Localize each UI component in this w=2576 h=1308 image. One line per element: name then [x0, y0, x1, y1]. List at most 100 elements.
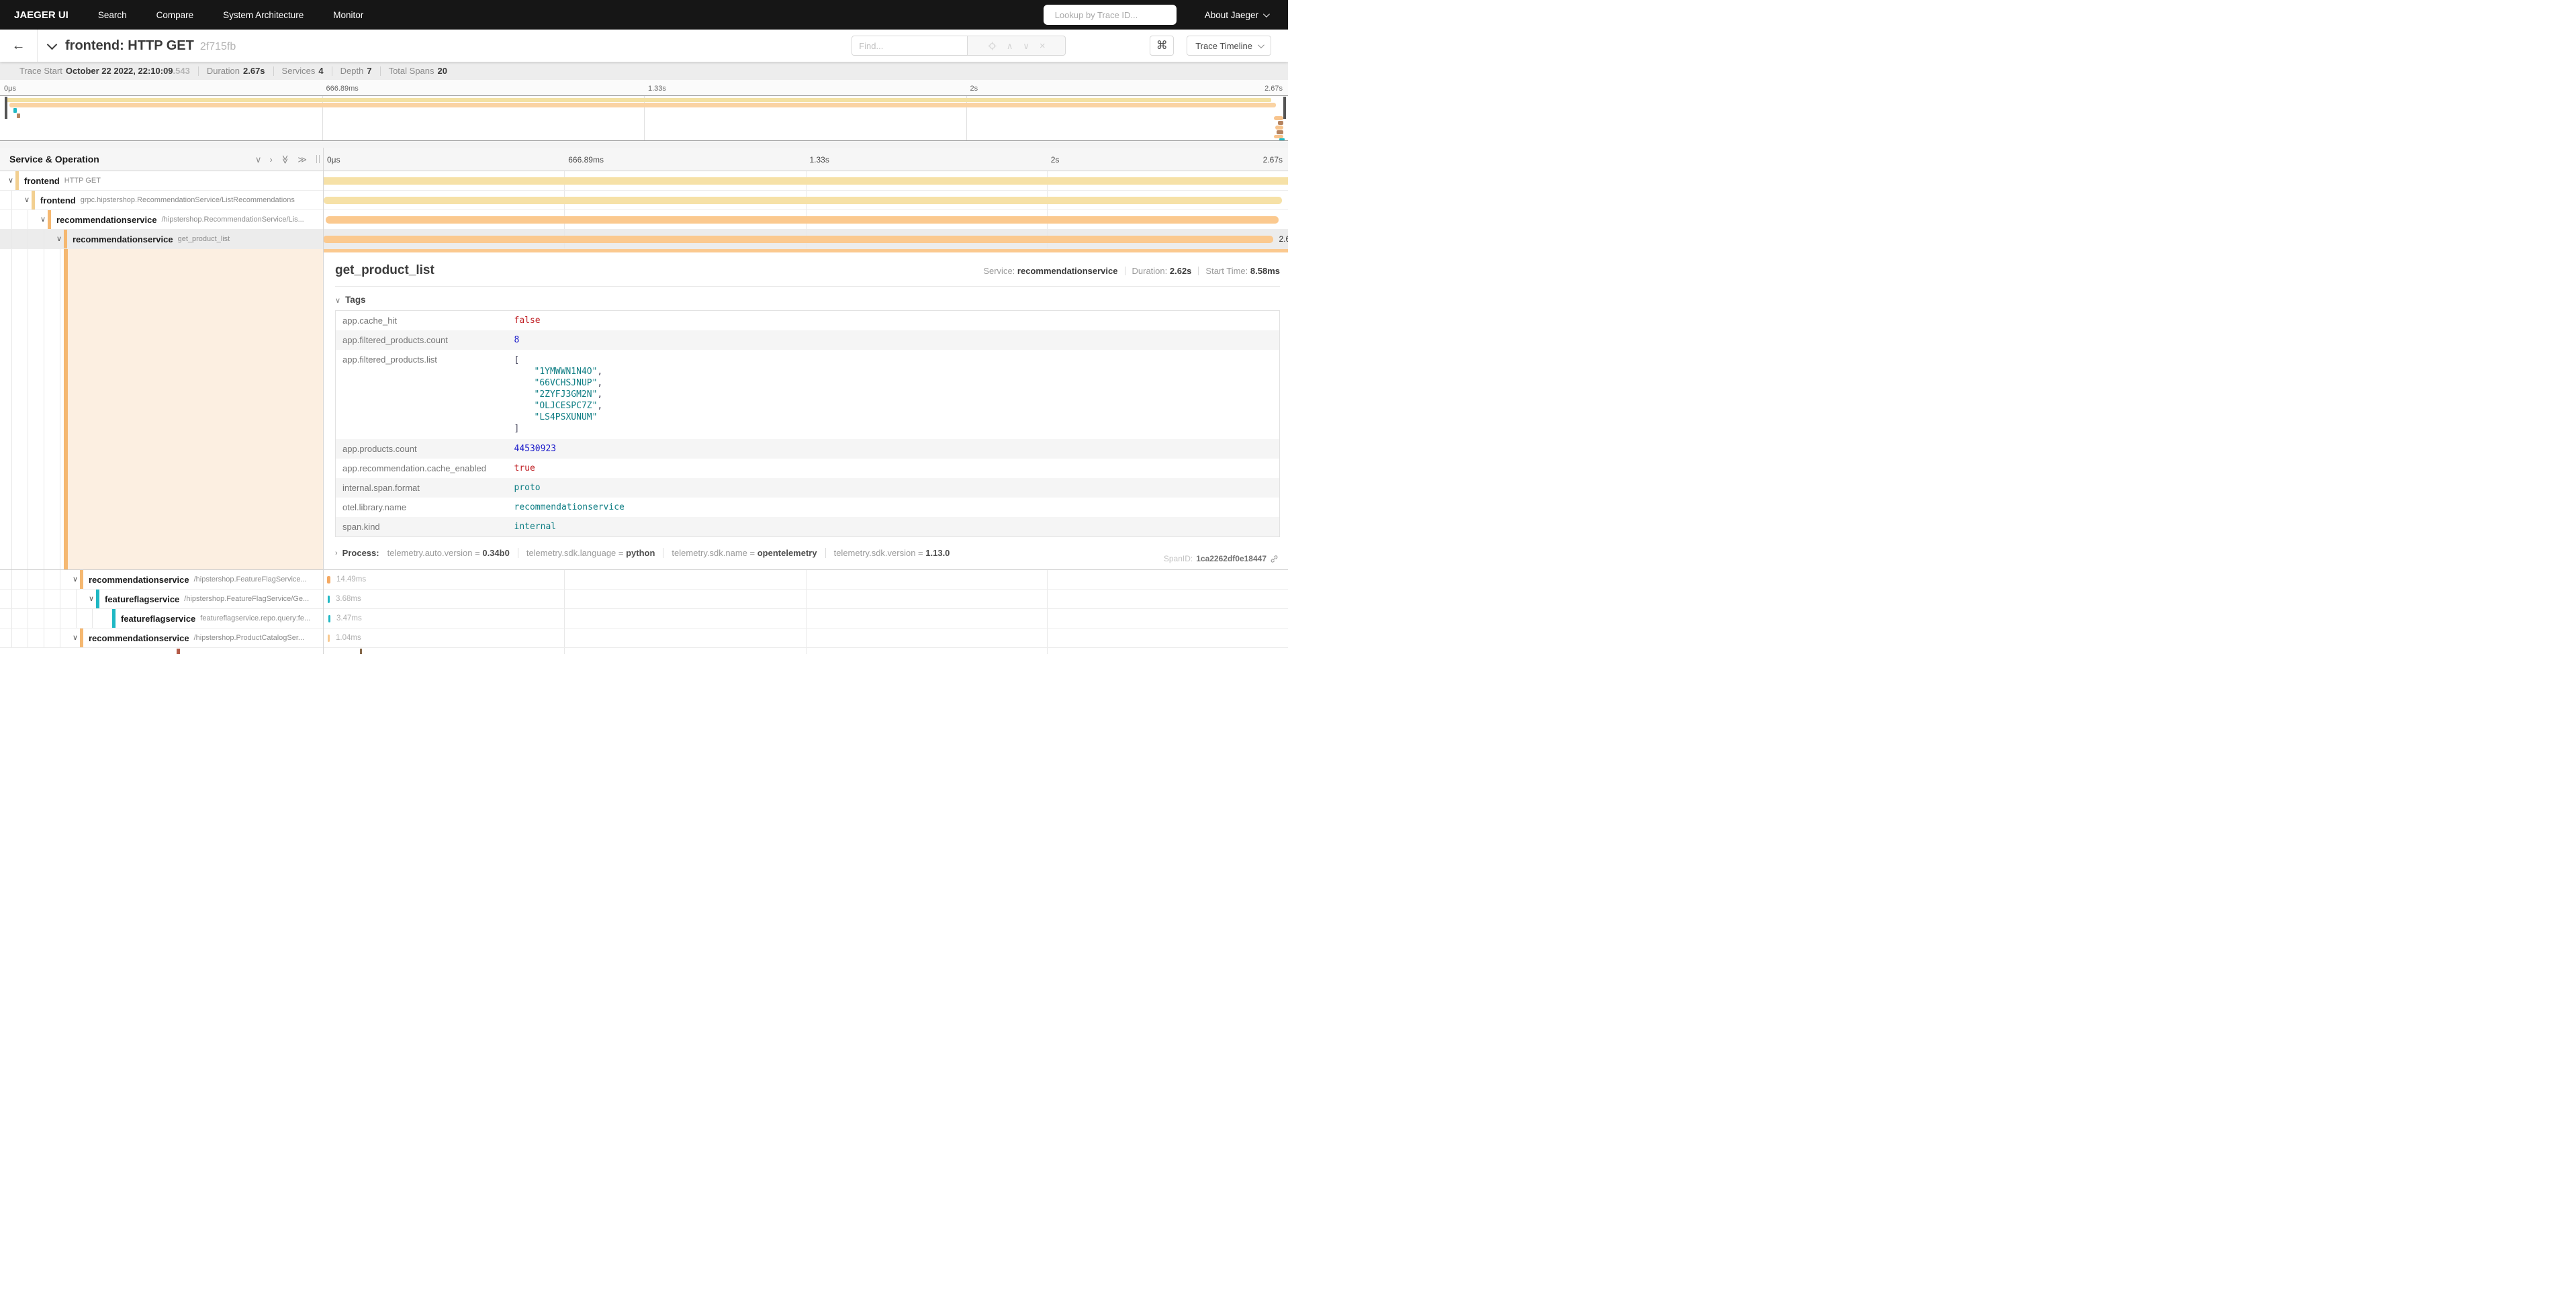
span-collapse-chevron-icon[interactable]: ∨ [8, 176, 13, 185]
process-tag: telemetry.auto.version = 0.34b0 [387, 548, 510, 558]
process-row[interactable]: › Process: telemetry.auto.version = 0.34… [335, 548, 1280, 558]
tag-row[interactable]: span.kindinternal [336, 517, 1280, 537]
trace-view-selector[interactable]: Trace Timeline [1187, 36, 1271, 56]
find-next-icon[interactable]: ∨ [1023, 42, 1029, 50]
span-collapse-chevron-icon[interactable]: ∨ [56, 234, 62, 243]
partial-span-row[interactable] [0, 648, 1288, 654]
span-collapse-chevron-icon[interactable]: ∨ [24, 195, 30, 204]
timeline-gridline [564, 609, 565, 628]
span-duration-label: 3.68ms [336, 595, 361, 603]
nav-link-monitor[interactable]: Monitor [333, 10, 363, 20]
span-row[interactable]: ∨ featureflagservice/hipstershop.FeatureF… [0, 590, 1288, 609]
indent-guide [76, 609, 77, 628]
tag-row[interactable]: app.recommendation.cache_enabledtrue [336, 459, 1280, 478]
tag-row[interactable]: app.cache_hitfalse [336, 311, 1280, 331]
tag-key: app.filtered_products.list [336, 350, 508, 439]
span-row[interactable]: ∨recommendationserviceget_product_list2.… [0, 230, 1288, 249]
nav-link-compare[interactable]: Compare [156, 10, 194, 20]
tag-key: app.products.count [336, 439, 508, 459]
span-collapse-chevron-icon[interactable]: ∨ [89, 594, 94, 603]
span-row-tree-cell: ∨recommendationservice/hipstershop.Featu… [0, 570, 323, 589]
tags-accordion-header[interactable]: ∨Tags [335, 295, 1280, 305]
collapse-trace-chevron-icon[interactable] [47, 39, 58, 50]
minimap-scrub-handle[interactable] [1283, 97, 1286, 119]
service-name: recommendationservice [73, 234, 173, 244]
tag-row[interactable]: app.products.count44530923 [336, 439, 1280, 459]
tag-key: app.cache_hit [336, 311, 508, 331]
trace-header: ← frontend: HTTP GET2f715fb ∧ ∨ × ⌘ Trac… [0, 30, 1288, 62]
tag-row[interactable]: otel.library.namerecommendationservice [336, 498, 1280, 517]
trace-id-search[interactable] [1044, 5, 1177, 25]
span-duration-bar[interactable] [326, 216, 1279, 224]
operation-name: /hipstershop.RecommendationService/Lis..… [162, 216, 304, 224]
span-duration-bar[interactable] [324, 197, 1282, 204]
collapse-all-icon[interactable]: ≫ [281, 154, 289, 164]
nav-link-search[interactable]: Search [98, 10, 127, 20]
trace-minimap[interactable] [0, 95, 1288, 141]
trace-total-spans: Total Spans20 [389, 66, 447, 76]
expand-one-icon[interactable]: › [269, 155, 272, 164]
span-row[interactable]: featureflagservicefeatureflagservice.rep… [0, 609, 1288, 628]
trace-id-search-input[interactable] [1055, 10, 1173, 20]
find-clear-icon[interactable]: × [1040, 41, 1046, 51]
span-operation-name: get_product_list [335, 263, 434, 278]
indent-guide [11, 191, 12, 209]
focus-target-icon[interactable] [988, 42, 997, 50]
service-color-bar [96, 590, 99, 608]
span-collapse-chevron-icon[interactable]: ∨ [73, 575, 78, 583]
service-name: recommendationservice [89, 633, 189, 643]
collapse-one-icon[interactable]: ∨ [255, 155, 262, 164]
timeline-gridline [1047, 590, 1048, 608]
span-row[interactable]: ∨frontendHTTP GET [0, 171, 1288, 191]
tag-row[interactable]: internal.span.formatproto [336, 478, 1280, 498]
span-id-label: SpanID: [1164, 554, 1193, 563]
keyboard-shortcuts-button[interactable]: ⌘ [1150, 36, 1174, 56]
span-duration-bar[interactable] [323, 177, 1288, 185]
tag-row[interactable]: app.filtered_products.count8 [336, 330, 1280, 350]
about-jaeger-label: About Jaeger [1205, 10, 1258, 20]
service-color-bar [80, 628, 83, 647]
span-duration-bar[interactable] [328, 635, 330, 642]
span-row[interactable]: ∨frontendgrpc.hipstershop.Recommendation… [0, 191, 1288, 210]
column-resize-handle[interactable] [316, 155, 320, 163]
nav-link-system-architecture[interactable]: System Architecture [223, 10, 304, 20]
operation-name: /hipstershop.FeatureFlagService/Ge... [184, 595, 309, 603]
span-row[interactable]: ∨recommendationservice/hipstershop.Produ… [0, 628, 1288, 648]
minimap-span-bar [1279, 138, 1285, 140]
timeline-column-header: Service & Operation ∨ › ≫ ≫ 0μs666.89ms1… [0, 148, 1288, 171]
process-label: Process: [342, 548, 379, 558]
trace-view-label: Trace Timeline [1195, 41, 1252, 51]
minimap-scrub-handle[interactable] [5, 97, 7, 119]
service-name: featureflagservice [105, 594, 179, 604]
app-brand[interactable]: JAEGER UI [14, 9, 68, 21]
span-collapse-chevron-icon[interactable]: ∨ [73, 633, 78, 642]
expand-all-icon[interactable]: ≫ [297, 155, 307, 164]
selected-span-gutter-fill [68, 249, 323, 569]
find-input[interactable] [852, 36, 968, 56]
span-duration-bar[interactable] [328, 615, 330, 622]
tag-value: 8 [508, 330, 1280, 350]
find-prev-icon[interactable]: ∧ [1007, 42, 1013, 50]
indent-guide [11, 590, 12, 608]
panel-divider[interactable] [323, 148, 324, 654]
timeline-gridline [806, 609, 807, 628]
span-duration-bar[interactable] [327, 576, 330, 583]
span-detail-panel: get_product_list Service: recommendation… [323, 249, 1288, 569]
about-jaeger-menu[interactable]: About Jaeger [1205, 10, 1268, 20]
command-icon: ⌘ [1156, 39, 1168, 52]
timeline-gridline [1047, 648, 1048, 654]
span-row[interactable]: ∨recommendationservice/hipstershop.Recom… [0, 210, 1288, 230]
minimap-span-bar [1275, 126, 1283, 130]
span-collapse-chevron-icon[interactable]: ∨ [40, 215, 46, 224]
tag-row[interactable]: app.filtered_products.list["1YMWWN1N4O",… [336, 350, 1280, 439]
partial-row-tree [0, 648, 323, 654]
tick-label: 2s [970, 85, 978, 93]
span-row[interactable]: ∨recommendationservice/hipstershop.Featu… [0, 570, 1288, 590]
deep-link-icon[interactable] [1270, 555, 1279, 563]
operation-name: HTTP GET [64, 177, 101, 185]
span-duration-bar[interactable] [323, 236, 1273, 243]
service-operation-title: Service & Operation [9, 154, 255, 165]
span-duration-bar[interactable] [328, 596, 330, 603]
back-button[interactable]: ← [0, 30, 38, 62]
timeline-gridline [564, 648, 565, 654]
